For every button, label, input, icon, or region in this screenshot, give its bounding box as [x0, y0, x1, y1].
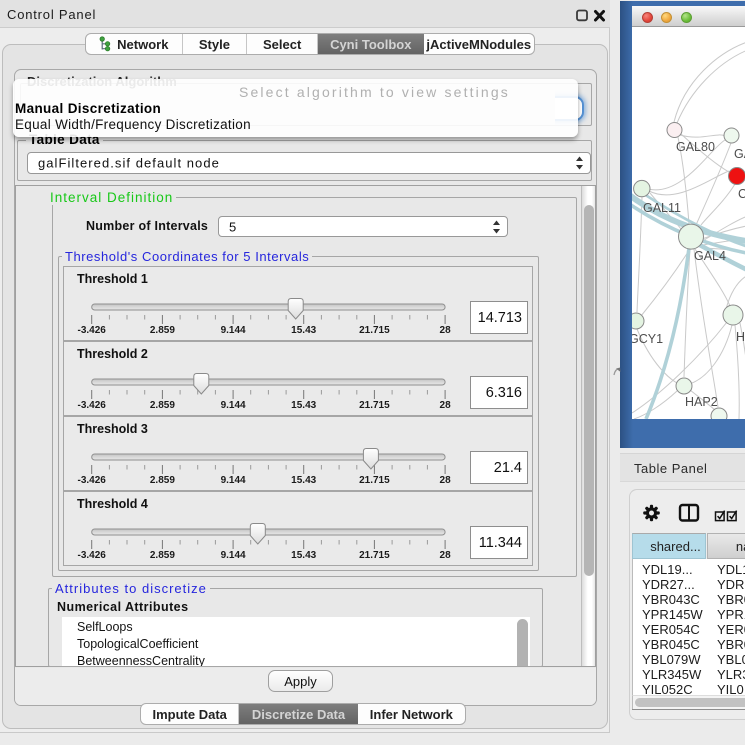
- svg-text:2.859: 2.859: [150, 550, 175, 561]
- svg-text:-3.426: -3.426: [78, 475, 107, 486]
- svg-text:-3.426: -3.426: [78, 400, 107, 411]
- svg-text:H: H: [736, 330, 745, 344]
- svg-text:2.859: 2.859: [150, 325, 175, 336]
- svg-text:GAL80: GAL80: [676, 140, 715, 154]
- svg-text:GAL4: GAL4: [694, 249, 726, 263]
- svg-text:HAP2: HAP2: [685, 395, 718, 409]
- svg-text:21.715: 21.715: [359, 325, 390, 336]
- svg-text:9.144: 9.144: [221, 400, 246, 411]
- svg-text:15.43: 15.43: [291, 475, 316, 486]
- svg-text:28: 28: [440, 325, 452, 336]
- svg-text:9.144: 9.144: [221, 475, 246, 486]
- svg-text:15.43: 15.43: [291, 325, 316, 336]
- svg-text:15.43: 15.43: [291, 550, 316, 561]
- svg-text:GAL11: GAL11: [643, 201, 681, 215]
- svg-text:21.715: 21.715: [359, 475, 390, 486]
- svg-text:2.859: 2.859: [150, 400, 175, 411]
- svg-text:28: 28: [440, 400, 452, 411]
- svg-text:28: 28: [440, 475, 452, 486]
- svg-text:28: 28: [440, 550, 452, 561]
- svg-text:9.144: 9.144: [221, 325, 246, 336]
- svg-text:-3.426: -3.426: [78, 325, 107, 336]
- svg-text:C: C: [738, 187, 745, 201]
- svg-text:2.859: 2.859: [150, 475, 175, 486]
- svg-text:-3.426: -3.426: [78, 550, 107, 561]
- svg-text:21.715: 21.715: [359, 400, 390, 411]
- svg-text:9.144: 9.144: [221, 550, 246, 561]
- svg-text:GAL: GAL: [734, 147, 745, 161]
- svg-text:15.43: 15.43: [291, 400, 316, 411]
- svg-text:GCY1: GCY1: [632, 332, 663, 346]
- svg-text:21.715: 21.715: [359, 550, 390, 561]
